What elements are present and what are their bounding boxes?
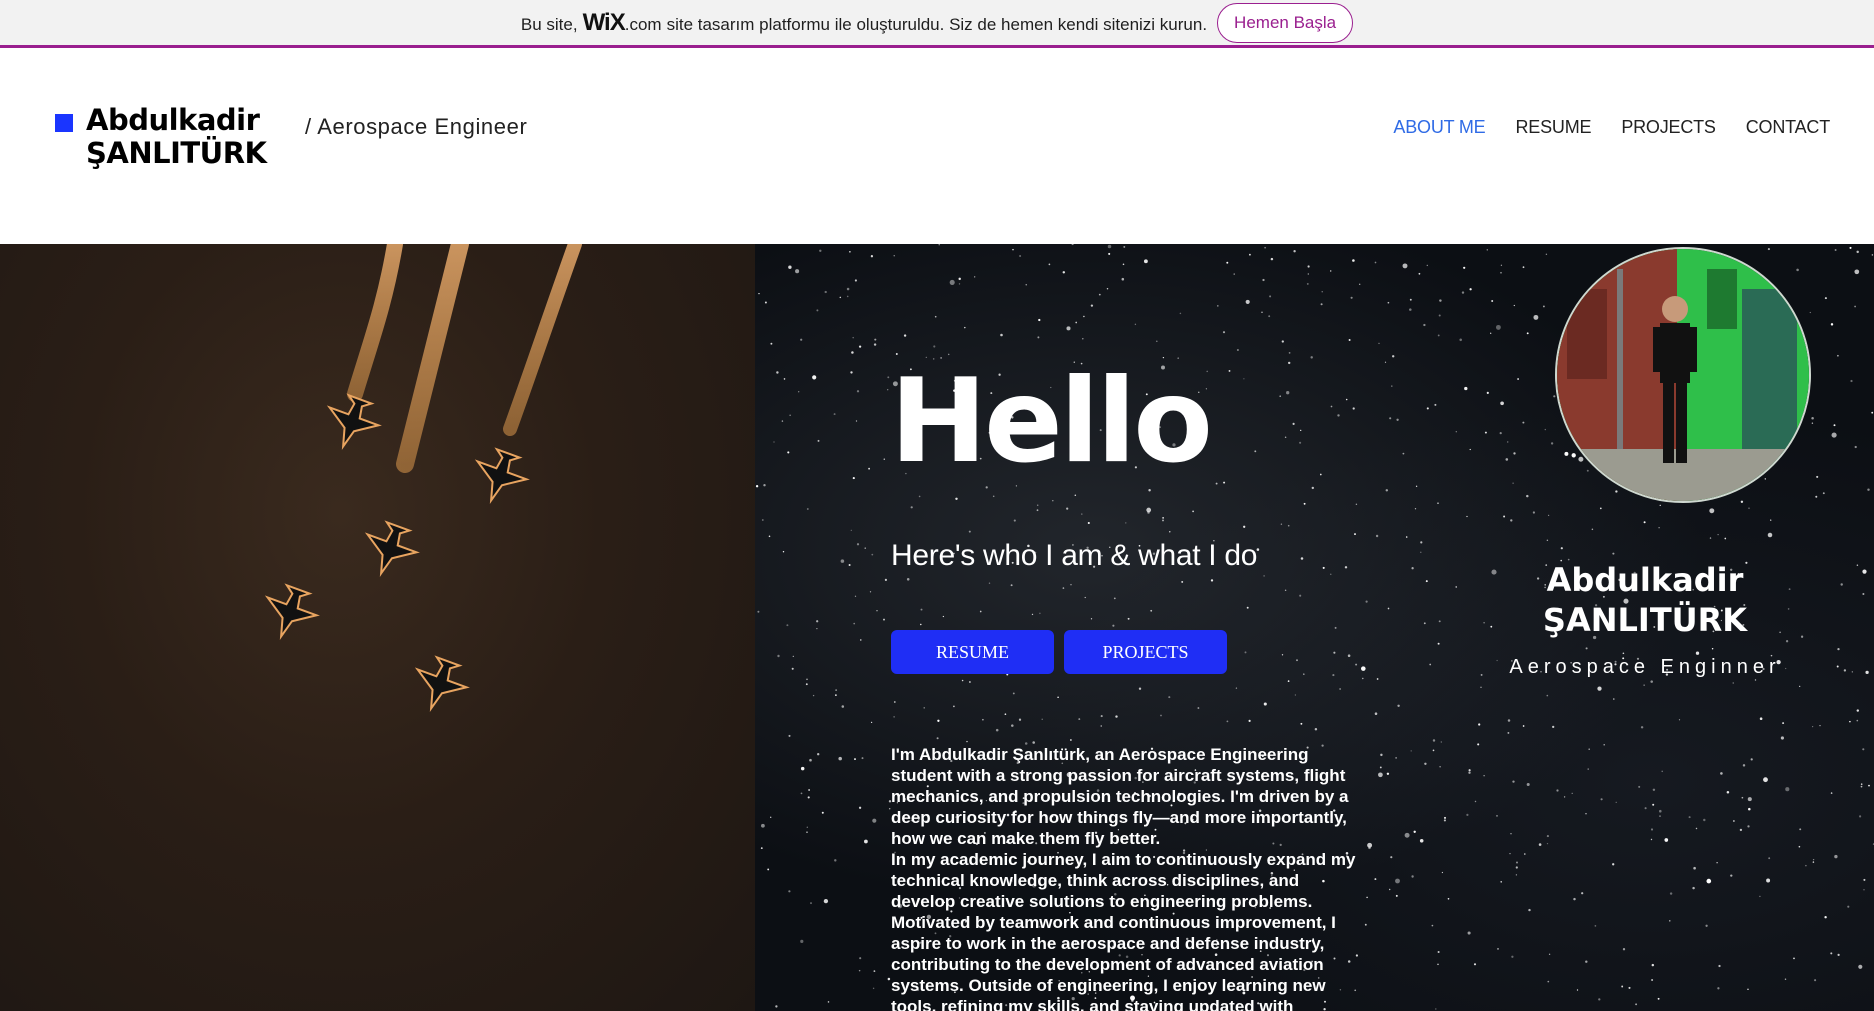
site-header: Abdulkadir ŞANLITÜRK / Aerospace Enginee… <box>0 51 1874 244</box>
logo-name-line2: ŞANLITÜRK <box>86 136 267 170</box>
profile-role: Aerospace Enginner <box>1509 656 1781 678</box>
banner-text-before: Bu site, <box>520 14 578 34</box>
projects-button[interactable]: PROJECTS <box>1064 630 1227 674</box>
hero-section: Hello Here's who I am & what I do RESUME… <box>0 244 1874 1011</box>
site-logo-name[interactable]: Abdulkadir ŞANLITÜRK <box>86 104 267 170</box>
wix-promo-banner: Bu site, WiX .com site tasarım platformu … <box>0 0 1874 48</box>
site-tagline: / Aerospace Engineer <box>305 114 528 139</box>
hero-title: Hello <box>890 354 1213 489</box>
nav-about-me[interactable]: ABOUT ME <box>1393 117 1485 138</box>
logo-square-icon <box>55 114 73 132</box>
start-now-button[interactable]: Hemen Başla <box>1217 2 1354 43</box>
bio-paragraph-2: In my academic journey, I aim to continu… <box>891 850 1356 1011</box>
nav-projects[interactable]: PROJECTS <box>1621 117 1716 138</box>
banner-text-after: site tasarım platformu ile oluşturuldu. … <box>666 14 1208 34</box>
logo-name-line1: Abdulkadir <box>86 103 260 137</box>
bio-text: I'm Abdulkadir Şanlıtürk, an Aerospace E… <box>891 744 1361 1011</box>
wix-dotcom: .com <box>624 14 662 34</box>
profile-photo <box>1555 247 1811 503</box>
profile-name-line2: ŞANLITÜRK <box>1542 601 1748 639</box>
page: Bu site, WiX .com site tasarım platformu … <box>0 0 1874 1011</box>
nav-resume[interactable]: RESUME <box>1516 117 1592 138</box>
jets-formation-image <box>0 244 755 1011</box>
main-nav: ABOUT ME RESUME PROJECTS CONTACT <box>1393 117 1830 138</box>
profile-name-line1: Abdulkadir <box>1546 561 1744 599</box>
resume-button[interactable]: RESUME <box>891 630 1054 674</box>
profile-name: Abdulkadir ŞANLITÜRK <box>1500 560 1790 640</box>
banner-text: Bu site, WiX .com site tasarım platformu … <box>521 9 1207 37</box>
wix-logo: WiX <box>582 8 626 36</box>
hero-subtitle: Here's who I am & what I do <box>891 539 1258 572</box>
nav-contact[interactable]: CONTACT <box>1746 117 1830 138</box>
bio-paragraph-1: I'm Abdulkadir Şanlıtürk, an Aerospace E… <box>891 745 1349 848</box>
